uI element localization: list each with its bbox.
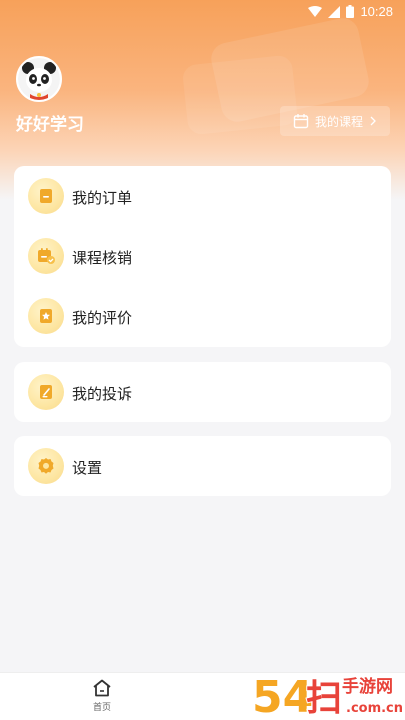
menu-card-settings: 设置 <box>14 436 391 496</box>
menu-item-settings[interactable]: 设置 <box>14 436 391 496</box>
wifi-icon <box>308 5 323 17</box>
menu-label-orders: 我的订单 <box>72 189 133 207</box>
menu-card-main: 我的订单 课程核销 我的评价 <box>14 166 391 347</box>
order-icon <box>28 178 64 214</box>
settings-icon <box>28 448 64 484</box>
calendar-icon <box>293 114 309 129</box>
menu-item-course-verify[interactable]: 课程核销 <box>14 226 391 286</box>
watermark-logo: 54 扫 手游网 .com.cn <box>250 668 405 720</box>
course-verify-icon <box>28 238 64 274</box>
menu-label-course-verify: 课程核销 <box>72 249 133 267</box>
panda-avatar-icon <box>18 58 60 100</box>
menu-item-reviews[interactable]: 我的评价 <box>14 286 391 346</box>
status-time: 10:28 <box>360 4 393 19</box>
svg-text:.com.cn: .com.cn <box>346 701 403 716</box>
home-icon <box>93 679 111 697</box>
svg-text:54: 54 <box>252 672 313 720</box>
menu-label-complaints: 我的投诉 <box>72 385 133 403</box>
menu-label-reviews: 我的评价 <box>72 309 133 327</box>
menu-card-complaints: 我的投诉 <box>14 362 391 422</box>
my-courses-button[interactable]: 我的课程 <box>280 106 390 136</box>
avatar[interactable] <box>16 56 62 102</box>
menu-label-settings: 设置 <box>72 459 103 477</box>
complaint-icon <box>28 374 64 410</box>
svg-text:扫: 扫 <box>306 678 342 719</box>
username: 好好学习 <box>16 115 84 135</box>
tab-home-label: 首页 <box>92 703 111 713</box>
signal-icon <box>328 5 341 18</box>
status-bar: 10:28 <box>0 0 405 24</box>
my-courses-label: 我的课程 <box>314 114 363 129</box>
chevron-right-icon <box>370 116 376 126</box>
menu-item-complaints[interactable]: 我的投诉 <box>14 362 391 422</box>
battery-icon <box>346 5 355 18</box>
tab-home[interactable]: 首页 <box>82 679 122 717</box>
review-icon <box>28 298 64 334</box>
svg-text:手游网: 手游网 <box>342 676 393 697</box>
menu-item-orders[interactable]: 我的订单 <box>14 166 391 226</box>
